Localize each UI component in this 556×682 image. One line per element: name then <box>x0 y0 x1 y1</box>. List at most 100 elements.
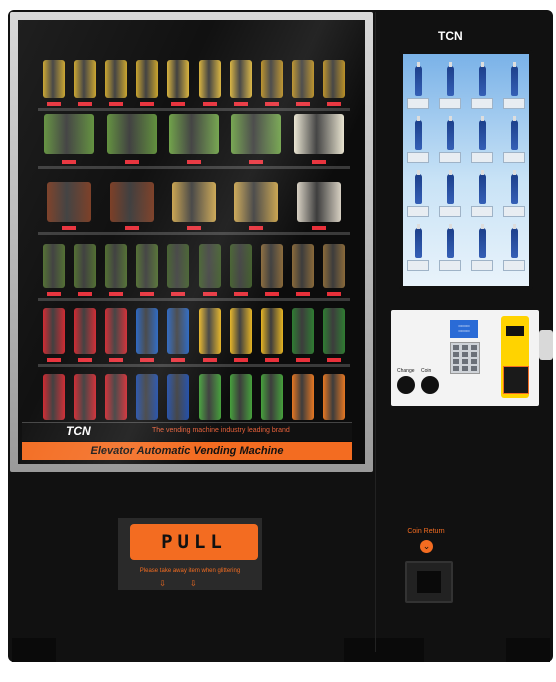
shelf <box>38 364 350 367</box>
screen-product[interactable] <box>447 224 454 258</box>
screen-product-button[interactable] <box>503 206 525 217</box>
screen-product[interactable] <box>479 116 486 150</box>
product-item <box>167 374 190 420</box>
price-tag <box>327 102 342 106</box>
price-tag <box>233 292 248 296</box>
screen-product-button[interactable] <box>407 206 429 217</box>
product-item <box>198 374 221 420</box>
screen-product-button[interactable] <box>471 152 493 163</box>
keypad[interactable] <box>450 342 480 374</box>
screen-product[interactable] <box>415 224 422 258</box>
machine-leg <box>506 638 550 662</box>
keypad-key[interactable] <box>453 359 459 364</box>
product-item <box>292 374 315 420</box>
price-tag <box>311 226 326 230</box>
coin-return-slot[interactable] <box>405 561 453 603</box>
price-tag <box>202 102 217 106</box>
price-tag <box>187 226 201 230</box>
price-tag <box>202 292 217 296</box>
price-tag <box>265 358 279 362</box>
bill-acceptor[interactable] <box>503 366 529 394</box>
screen-product[interactable] <box>479 62 486 96</box>
card-reader[interactable]: ▭▭▭ ▭▭▭ <box>450 320 478 338</box>
screen-product-button[interactable] <box>471 206 493 217</box>
screen-product-button[interactable] <box>439 98 461 109</box>
screen-product[interactable] <box>415 116 422 150</box>
product-item <box>198 60 221 98</box>
price-tag <box>124 226 139 230</box>
screen-product-button[interactable] <box>439 206 461 217</box>
screen-product-button[interactable] <box>407 98 429 109</box>
change-button[interactable] <box>397 376 415 394</box>
keypad-key[interactable] <box>453 345 459 350</box>
product-item <box>136 374 159 420</box>
screen-product-button[interactable] <box>503 260 525 271</box>
price-tag <box>46 292 61 296</box>
screen-product-button[interactable] <box>503 152 525 163</box>
keypad-key[interactable] <box>471 352 477 357</box>
product-item <box>44 114 95 154</box>
screen-product[interactable] <box>511 62 518 96</box>
screen-product-button[interactable] <box>439 260 461 271</box>
machine-leg <box>380 638 424 662</box>
touch-screen-content[interactable] <box>403 54 529 286</box>
price-tag <box>296 292 311 296</box>
price-tag <box>311 160 326 164</box>
keypad-key[interactable] <box>462 359 468 364</box>
screen-product[interactable] <box>415 170 422 204</box>
screen-product-button[interactable] <box>471 98 493 109</box>
screen-product[interactable] <box>447 116 454 150</box>
coin-acceptor[interactable] <box>501 316 529 398</box>
product-item <box>167 244 190 288</box>
keypad-key[interactable] <box>462 366 468 371</box>
product-item <box>109 182 154 222</box>
product-item <box>292 308 315 354</box>
display-window: TCN The vending machine industry leading… <box>18 20 365 464</box>
display-banner: TCN The vending machine industry leading… <box>22 422 352 460</box>
screen-product[interactable] <box>415 62 422 96</box>
price-tag <box>124 160 139 164</box>
price-tag <box>77 102 92 106</box>
pull-button[interactable]: PULL <box>130 524 258 560</box>
coin-slot[interactable] <box>506 326 524 336</box>
keypad-key[interactable] <box>462 352 468 357</box>
screen-product-button[interactable] <box>439 152 461 163</box>
price-tag <box>233 102 248 106</box>
touch-screen[interactable] <box>399 50 533 290</box>
product-item <box>261 374 283 420</box>
coin-button[interactable] <box>421 376 439 394</box>
product-item <box>261 308 283 354</box>
price-tag <box>140 102 155 106</box>
screen-product-button[interactable] <box>407 152 429 163</box>
keypad-key[interactable] <box>462 345 468 350</box>
keypad-key[interactable] <box>453 352 459 357</box>
product-item <box>169 114 219 154</box>
product-item <box>136 244 159 288</box>
screen-product[interactable] <box>479 224 486 258</box>
keypad-key[interactable] <box>453 366 459 371</box>
keypad-key[interactable] <box>471 359 477 364</box>
screen-product-button[interactable] <box>471 260 493 271</box>
chevron-down-icon: ⌄ <box>420 540 433 553</box>
keypad-key[interactable] <box>471 345 477 350</box>
door-handle[interactable] <box>539 330 553 360</box>
product-item <box>136 60 159 98</box>
payment-panel: Change Coin ▭▭▭ ▭▭▭ <box>391 310 539 406</box>
screen-product[interactable] <box>479 170 486 204</box>
screen-product[interactable] <box>511 224 518 258</box>
product-item <box>42 374 65 420</box>
price-tag <box>140 358 155 362</box>
price-tag <box>296 358 311 362</box>
price-tag <box>187 160 201 164</box>
screen-product[interactable] <box>511 116 518 150</box>
price-tag <box>327 358 342 362</box>
product-item <box>167 308 190 354</box>
keypad-key[interactable] <box>471 366 477 371</box>
screen-product-button[interactable] <box>503 98 525 109</box>
pickup-arrows: ⇩⇩ <box>159 579 221 588</box>
screen-product[interactable] <box>447 62 454 96</box>
screen-product[interactable] <box>511 170 518 204</box>
price-tag <box>233 358 248 362</box>
screen-product[interactable] <box>447 170 454 204</box>
screen-product-button[interactable] <box>407 260 429 271</box>
